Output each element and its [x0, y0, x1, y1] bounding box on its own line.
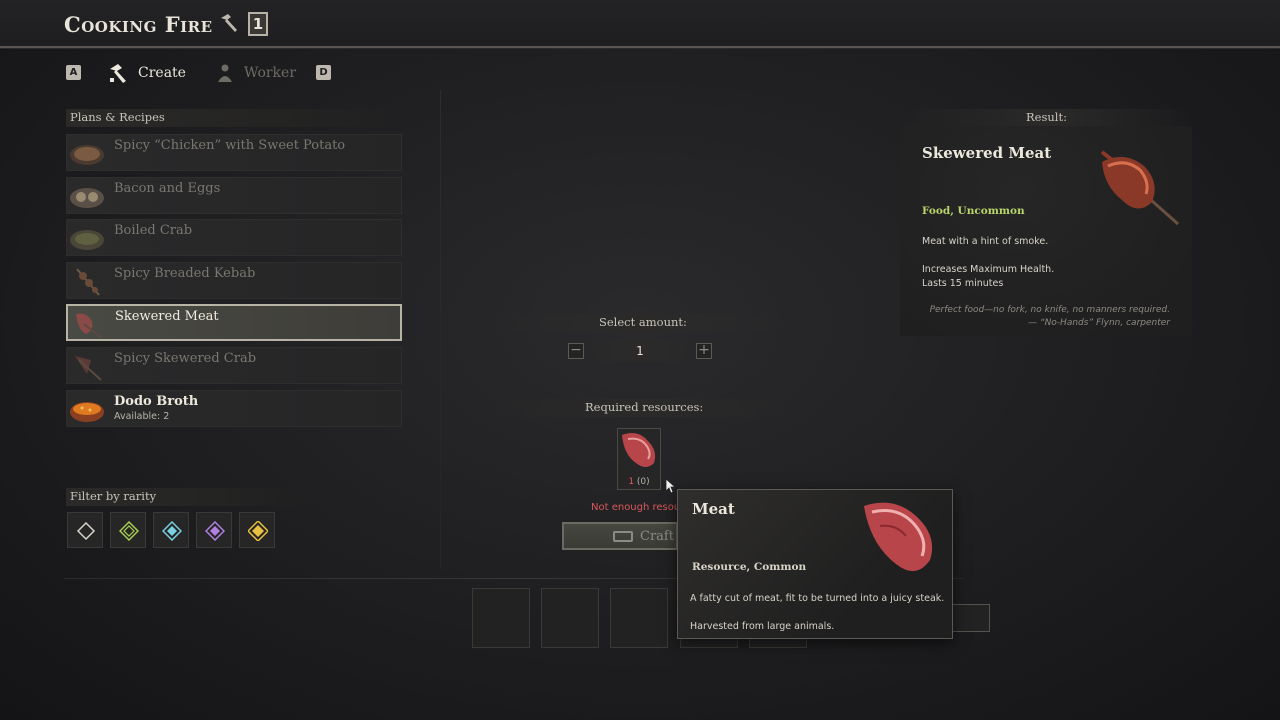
recipe-name: Spicy Breaded Kebab: [114, 266, 256, 281]
recipes-section-label: Plans & Recipes: [70, 110, 165, 124]
rarity-filter-rare[interactable]: [153, 512, 189, 548]
recipe-name: Spicy “Chicken” with Sweet Potato: [114, 138, 346, 153]
tab-worker-label: Worker: [244, 65, 297, 81]
keycap-a: A: [66, 65, 81, 80]
result-category: Food, Uncommon: [922, 205, 1025, 217]
diamond-icon: [76, 521, 96, 541]
recipe-spicy-skewered-crab[interactable]: Spicy Skewered Crab: [66, 347, 402, 384]
tab-create[interactable]: Create: [108, 60, 186, 86]
station-title: Cooking Fire: [64, 12, 213, 37]
level-badge: 1: [248, 12, 268, 36]
recipe-name: Bacon and Eggs: [114, 181, 221, 196]
resources-label: Required resources:: [585, 400, 704, 414]
result-flavor-quote: Perfect food—no fork, no knife, no manne…: [929, 305, 1170, 328]
output-slot[interactable]: [472, 588, 530, 648]
hammer-icon: [221, 14, 237, 32]
rarity-filter-common[interactable]: [67, 512, 103, 548]
recipe-name: Dodo Broth: [114, 394, 199, 409]
recipe-skewered-meat[interactable]: Skewered Meat: [66, 304, 402, 341]
column-divider: [440, 90, 441, 570]
star-diamond-icon: [248, 521, 268, 541]
keyboard-icon: [613, 531, 633, 542]
recipe-name: Spicy Skewered Crab: [114, 351, 257, 366]
output-slot[interactable]: [610, 588, 668, 648]
tooltip-category: Resource, Common: [692, 561, 807, 573]
output-slot[interactable]: [950, 604, 990, 632]
meat-icon: [864, 502, 933, 572]
increase-amount-button[interactable]: +: [696, 343, 712, 359]
recipe-name: Skewered Meat: [115, 309, 219, 324]
craft-button-label: Craft: [640, 529, 674, 544]
dish-icon: [70, 230, 104, 250]
craft-button[interactable]: Craft: [562, 522, 678, 550]
decrease-amount-button[interactable]: −: [568, 343, 584, 359]
rarity-filter-legendary[interactable]: [239, 512, 275, 548]
broth-pot-icon: [70, 402, 104, 422]
recipe-bacon-eggs[interactable]: Bacon and Eggs: [66, 177, 402, 214]
diamond-icon: [119, 521, 139, 541]
recipe-boiled-crab[interactable]: Boiled Crab: [66, 219, 402, 256]
recipe-name: Boiled Crab: [114, 223, 193, 238]
recipe-spicy-chicken[interactable]: Spicy “Chicken” with Sweet Potato: [66, 134, 402, 171]
rarity-filter-uncommon[interactable]: [110, 512, 146, 548]
keycap-d: D: [316, 65, 331, 80]
diamond-icon: [205, 521, 225, 541]
recipe-spicy-breaded-kebab[interactable]: Spicy Breaded Kebab: [66, 262, 402, 299]
tab-worker[interactable]: Worker: [214, 60, 296, 86]
kebab-icon: [76, 268, 100, 296]
result-title: Skewered Meat: [922, 144, 1052, 162]
diamond-icon: [162, 521, 182, 541]
recipe-dodo-broth[interactable]: Dodo Broth Available: 2: [66, 390, 402, 427]
resource-count: 1 (0): [628, 477, 650, 487]
mouse-cursor-icon: [665, 478, 677, 494]
skewered-meat-icon: [1100, 150, 1179, 226]
skewered-meat-icon: [76, 313, 103, 339]
filter-label: Filter by rarity: [70, 489, 157, 503]
result-label: Result:: [1026, 110, 1067, 124]
tooltip-title: Meat: [692, 500, 735, 518]
recipe-availability: Available: 2: [114, 411, 170, 422]
result-description: Meat with a hint of smoke. Increases Max…: [922, 236, 1055, 289]
not-enough-resources-warning: Not enough resources: [591, 502, 677, 513]
hammer-icon: [110, 64, 126, 83]
amount-value[interactable]: 1: [590, 340, 690, 362]
rarity-filter-epic[interactable]: [196, 512, 232, 548]
dish-icon: [70, 145, 104, 165]
crab-skewer-icon: [75, 356, 102, 381]
dish-icon: [70, 188, 104, 208]
tab-create-label: Create: [138, 65, 186, 81]
tooltip-description: A fatty cut of meat, fit to be turned in…: [690, 593, 945, 632]
worker-icon: [218, 64, 232, 82]
amount-label: Select amount:: [599, 315, 687, 329]
output-slot[interactable]: [541, 588, 599, 648]
meat-icon: [622, 433, 656, 467]
